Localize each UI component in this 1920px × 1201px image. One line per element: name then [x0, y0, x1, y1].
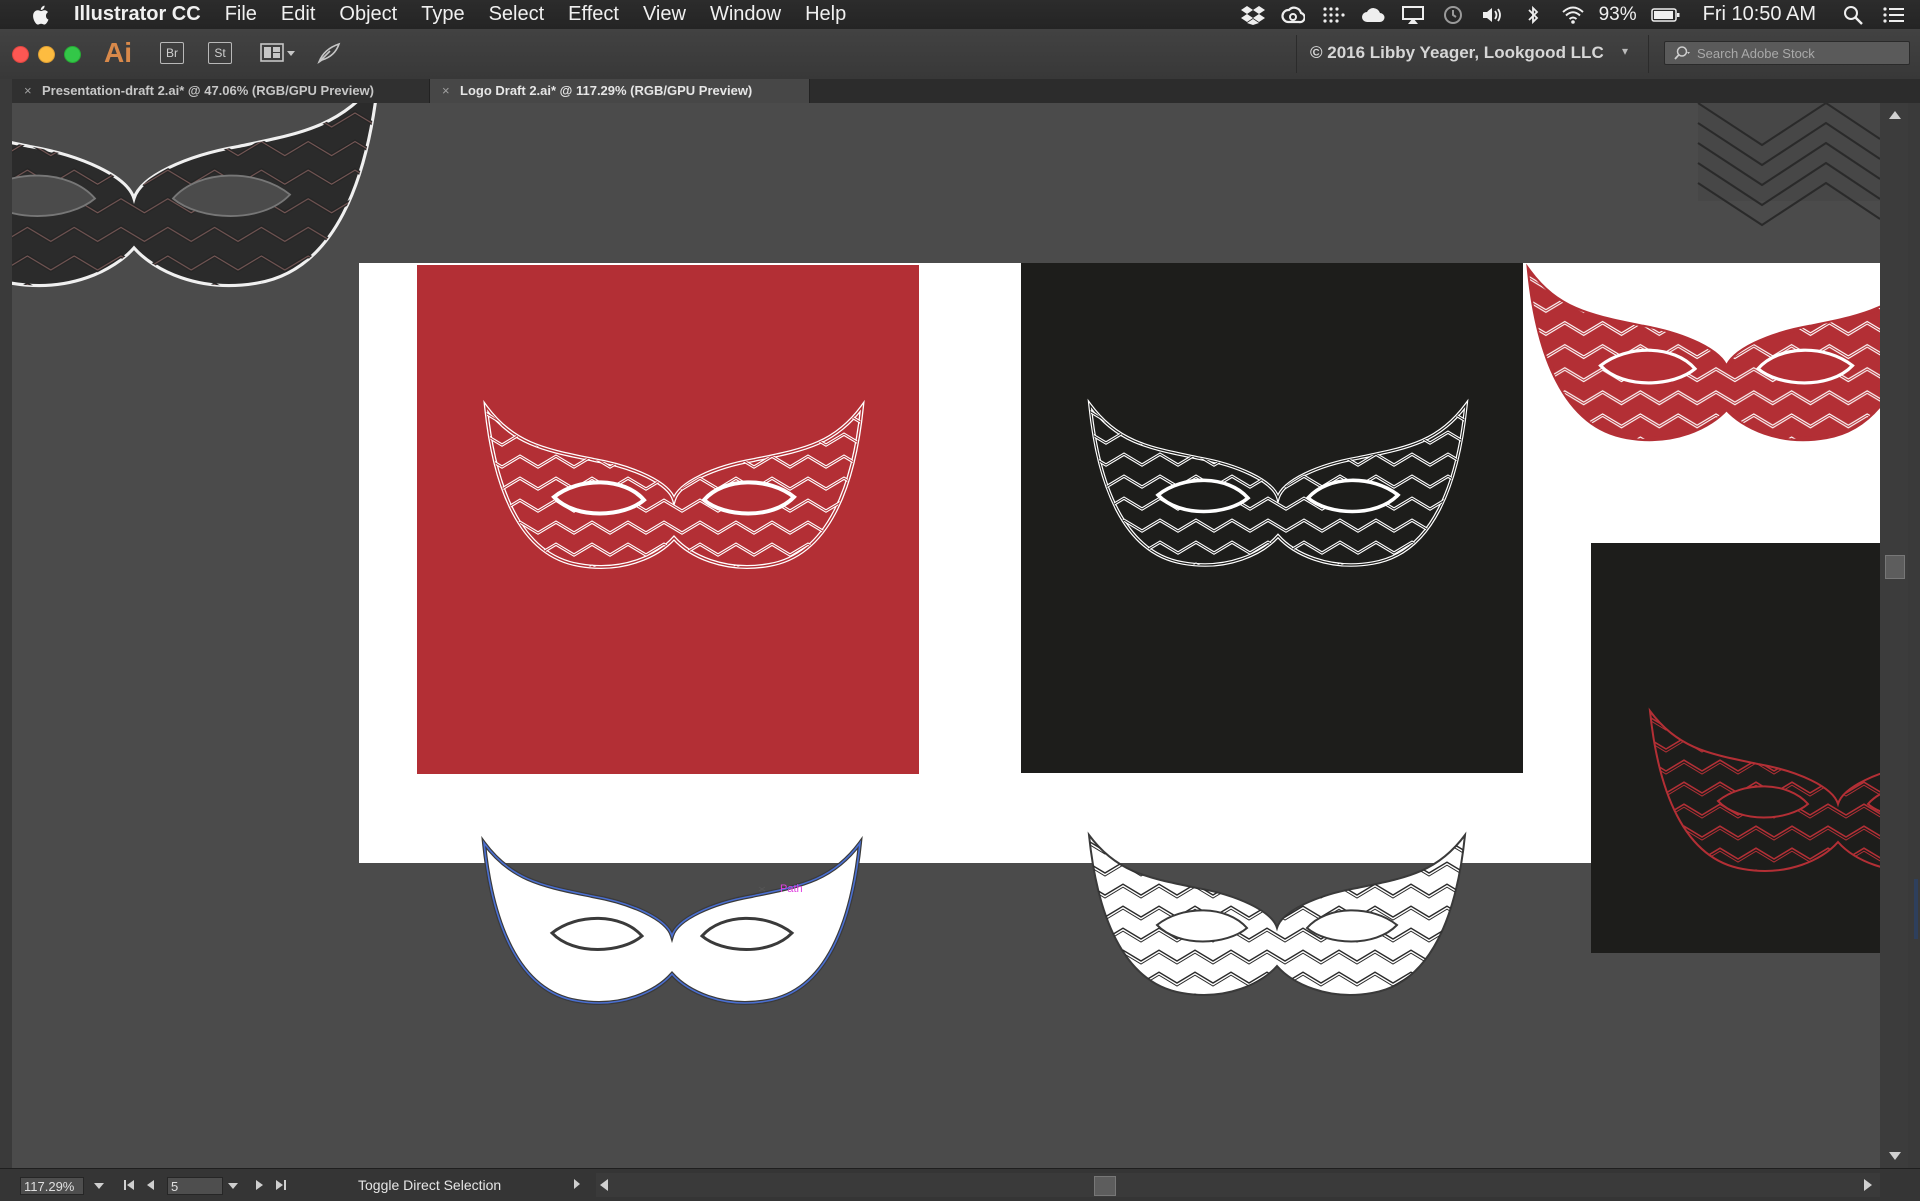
cloud-icon[interactable] — [1361, 5, 1385, 25]
grid-icon[interactable] — [1321, 5, 1345, 25]
creative-cloud-icon[interactable] — [1280, 5, 1305, 25]
right-panel-edge — [1908, 103, 1920, 1168]
workspace-switcher[interactable]: © 2016 Libby Yeager, Lookgood LLC — [1310, 43, 1604, 63]
battery-percent: 93% — [1598, 3, 1637, 25]
artboard-number-field[interactable]: 5 — [167, 1177, 223, 1195]
horizontal-scroll-thumb[interactable] — [1094, 1176, 1116, 1196]
toolbar-divider — [1296, 35, 1297, 73]
app-name-menu[interactable]: Illustrator CC — [74, 3, 201, 26]
status-bar-corner — [1880, 1169, 1920, 1201]
window-maximize-button[interactable] — [64, 46, 81, 63]
illustrator-logo: Ai — [104, 37, 132, 68]
tab-label: Logo Draft 2.ai* @ 117.29% (RGB/GPU Prev… — [460, 83, 753, 98]
gpu-performance-icon[interactable] — [316, 41, 342, 65]
black-square-right — [1591, 543, 1880, 953]
menu-effect[interactable]: Effect — [568, 3, 619, 26]
chevron-right-icon[interactable] — [574, 1179, 580, 1189]
pasteboard-mask-top-left — [12, 103, 380, 288]
document-canvas[interactable]: Path — [12, 103, 1880, 1168]
tab-label: Presentation-draft 2.ai* @ 47.06% (RGB/G… — [42, 83, 375, 98]
smart-guide-path-label: Path — [780, 883, 803, 895]
menu-window[interactable]: Window — [710, 3, 781, 26]
menu-help[interactable]: Help — [805, 3, 846, 26]
close-icon[interactable]: × — [442, 79, 450, 103]
spotlight-icon[interactable] — [1842, 5, 1866, 25]
window-minimize-button[interactable] — [38, 46, 55, 63]
bluetooth-icon[interactable] — [1521, 5, 1545, 25]
wifi-icon[interactable] — [1561, 5, 1585, 25]
chevron-down-icon[interactable]: ▾ — [1622, 44, 1628, 58]
menu-clock[interactable]: Fri 10:50 AM — [1703, 3, 1816, 26]
menu-file[interactable]: File — [225, 3, 257, 26]
previous-artboard-icon[interactable] — [144, 1178, 158, 1192]
menu-view[interactable]: View — [643, 3, 686, 26]
time-machine-icon[interactable] — [1441, 5, 1465, 25]
scroll-right-icon[interactable] — [1864, 1179, 1872, 1191]
menu-type[interactable]: Type — [421, 3, 464, 26]
apple-icon[interactable] — [26, 4, 54, 26]
chevron-down-icon[interactable] — [94, 1183, 104, 1189]
arrange-documents-icon[interactable] — [260, 42, 298, 64]
scroll-left-icon[interactable] — [600, 1179, 608, 1191]
battery-icon[interactable] — [1650, 5, 1681, 25]
tab-logo-draft[interactable]: × Logo Draft 2.ai* @ 117.29% (RGB/GPU Pr… — [430, 79, 810, 103]
next-artboard-icon[interactable] — [252, 1178, 266, 1192]
chevron-down-icon[interactable] — [228, 1183, 238, 1189]
vertical-scroll-thumb[interactable] — [1885, 555, 1905, 579]
last-artboard-icon[interactable] — [274, 1178, 288, 1192]
menu-object[interactable]: Object — [339, 3, 397, 26]
left-edge — [0, 79, 12, 1169]
status-text[interactable]: Toggle Direct Selection — [358, 1177, 501, 1193]
bridge-button[interactable]: Br — [160, 42, 184, 64]
menu-select[interactable]: Select — [489, 3, 545, 26]
pasteboard-chevron-top-right — [1697, 103, 1880, 227]
airplay-icon[interactable] — [1401, 5, 1425, 25]
scroll-up-icon[interactable] — [1889, 111, 1901, 119]
menu-edit[interactable]: Edit — [281, 3, 315, 26]
zoom-level-field[interactable]: 117.29% — [20, 1177, 84, 1195]
adobe-stock-search[interactable] — [1664, 41, 1910, 65]
macos-menu-bar: Illustrator CC File Edit Object Type Sel… — [0, 0, 1920, 29]
first-artboard-icon[interactable] — [122, 1178, 136, 1192]
volume-icon[interactable] — [1481, 5, 1505, 25]
dropbox-icon[interactable] — [1240, 5, 1265, 25]
selected-outline-mask — [482, 841, 862, 1005]
stock-button[interactable]: St — [208, 42, 232, 64]
close-icon[interactable]: × — [24, 79, 32, 103]
document-tab-bar: × Presentation-draft 2.ai* @ 47.06% (RGB… — [12, 79, 1920, 103]
toolbar-divider — [1648, 35, 1649, 73]
notification-center-icon[interactable] — [1882, 5, 1906, 25]
search-input[interactable] — [1695, 43, 1905, 63]
artwork-layer — [12, 103, 1880, 1005]
horizontal-scrollbar[interactable] — [596, 1173, 1880, 1197]
application-bar: Ai Br St © 2016 Libby Yeager, Lookgood L… — [0, 29, 1920, 80]
panel-edge-indicator — [1914, 879, 1918, 939]
scroll-down-icon[interactable] — [1889, 1152, 1901, 1160]
status-bar: 117.29% 5 Toggle Direct Selection — [0, 1168, 1920, 1201]
search-icon — [1674, 46, 1690, 60]
tab-presentation-draft[interactable]: × Presentation-draft 2.ai* @ 47.06% (RGB… — [12, 79, 430, 103]
vertical-scrollbar[interactable] — [1880, 103, 1908, 1168]
window-close-button[interactable] — [12, 46, 29, 63]
